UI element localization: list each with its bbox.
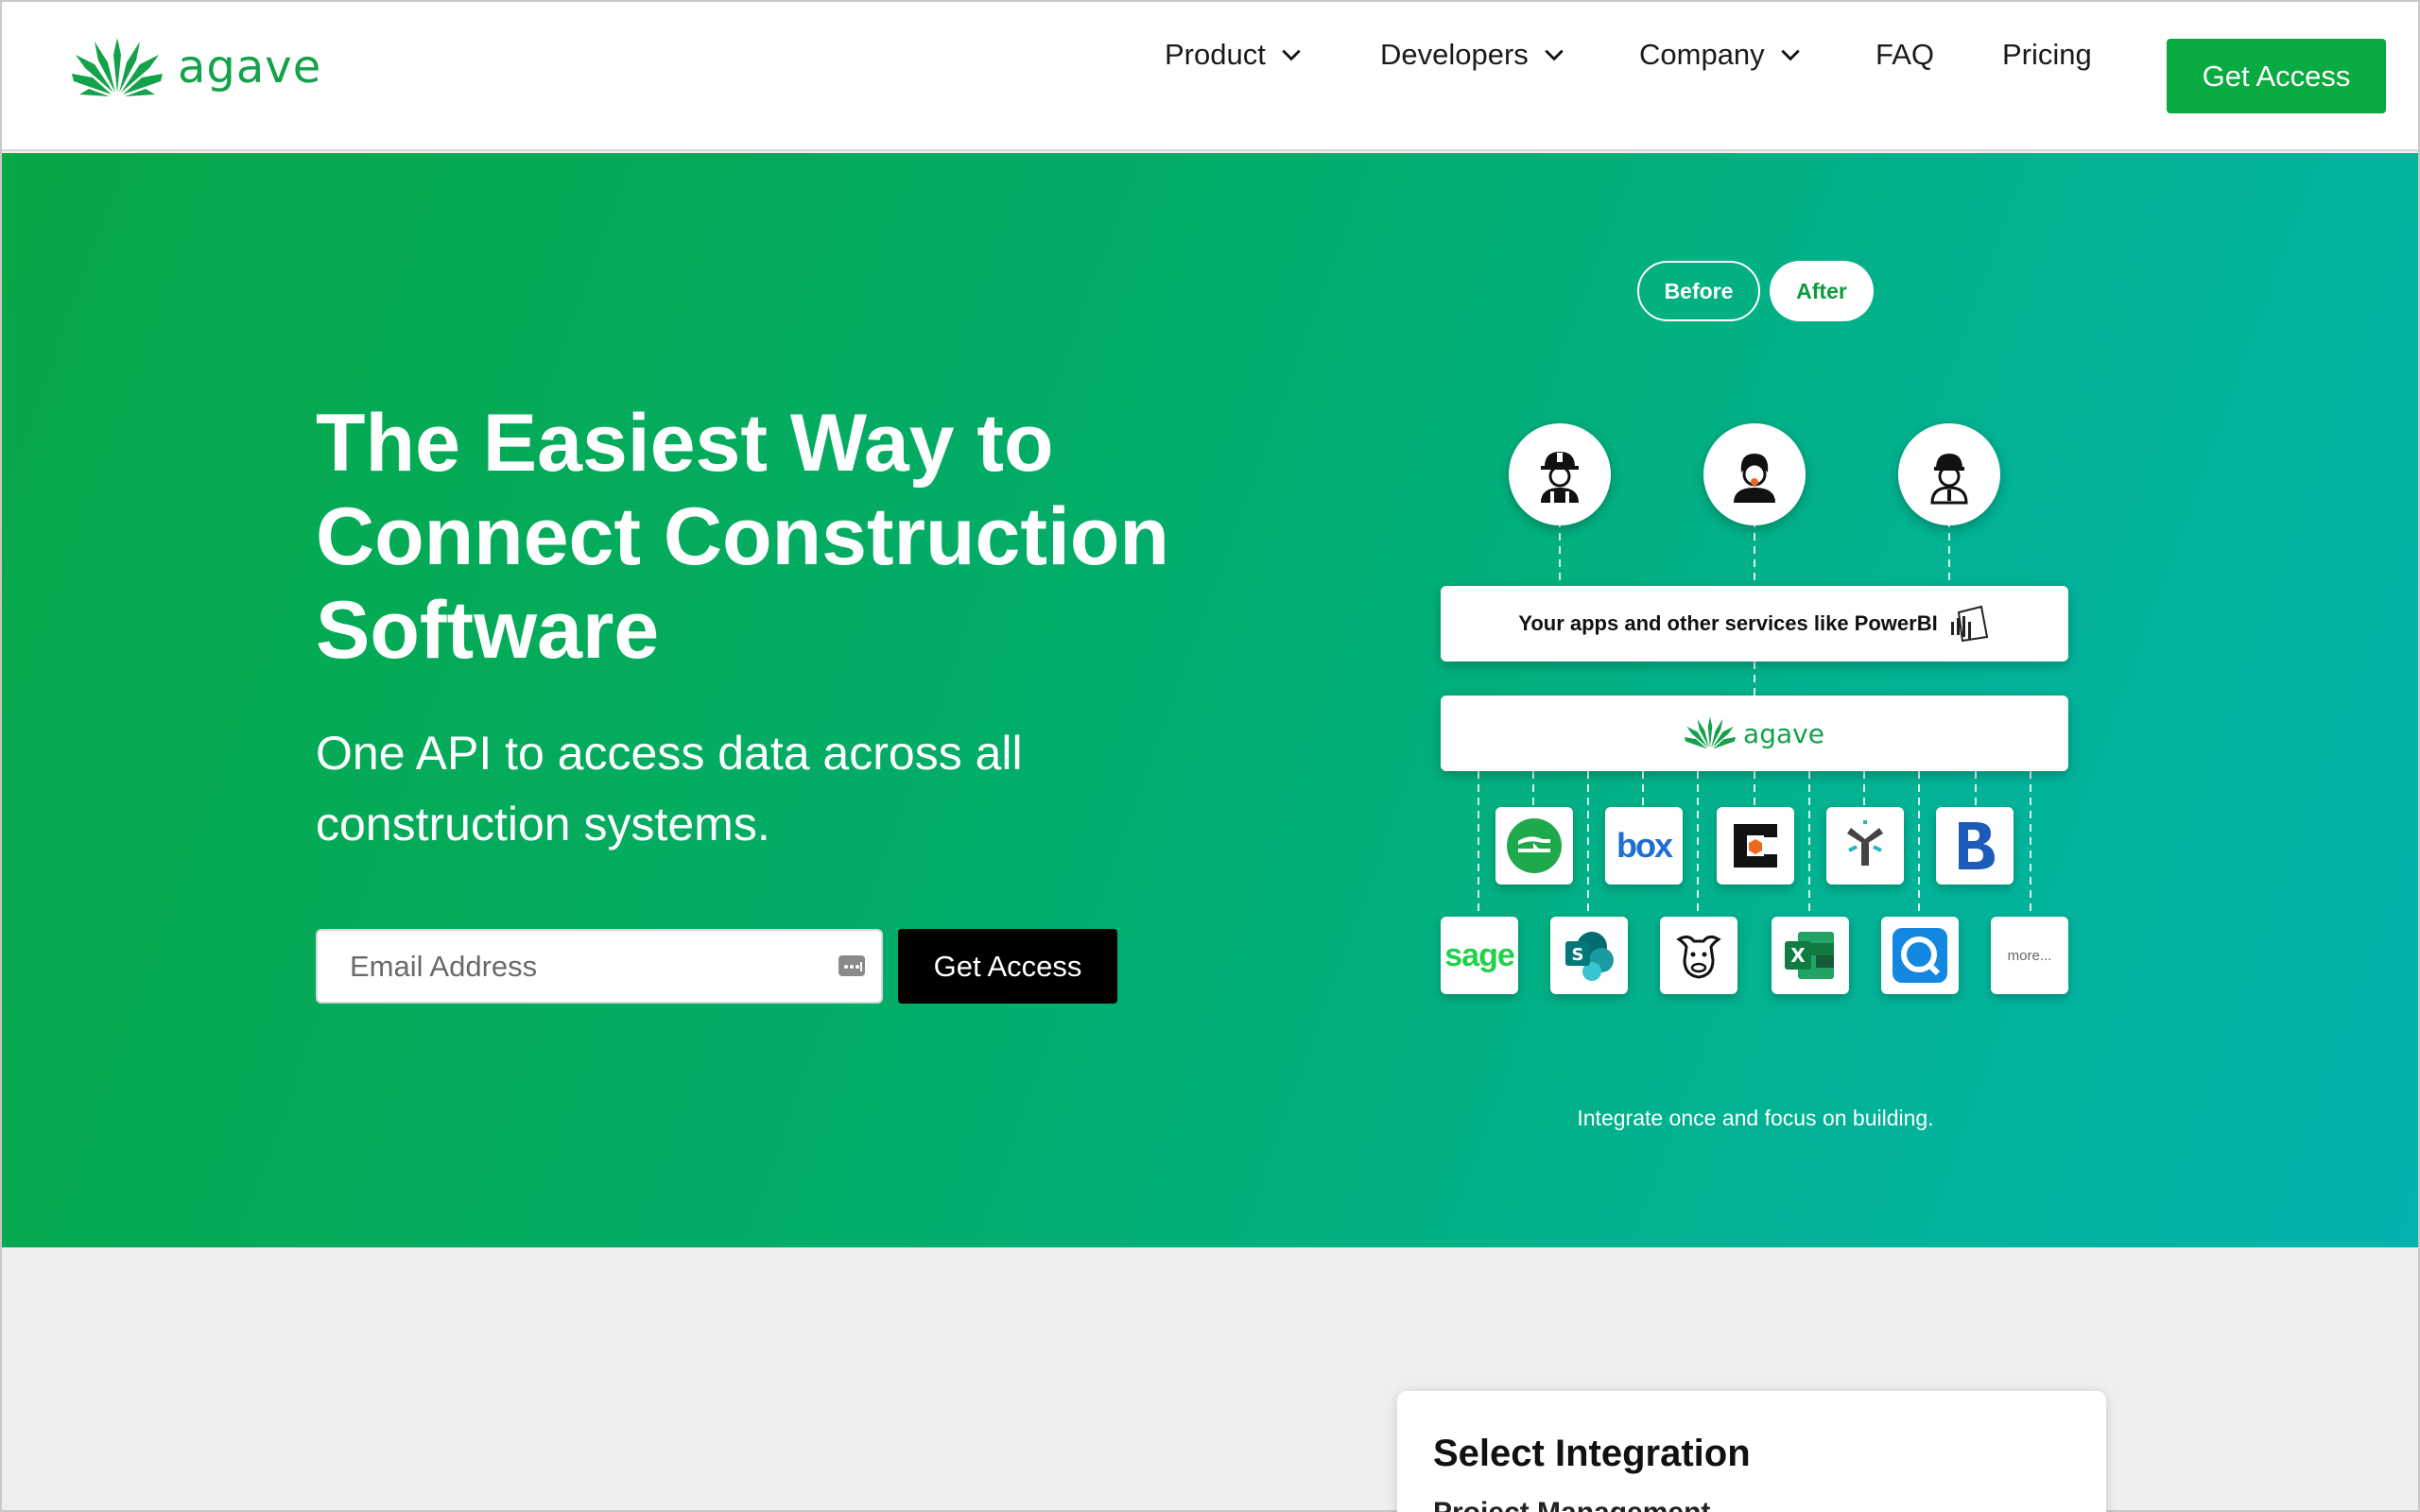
- toggle-before-button[interactable]: Before: [1637, 261, 1760, 321]
- box-logo-text: box: [1616, 826, 1673, 865]
- nav-item-label: Developers: [1380, 38, 1529, 71]
- svg-text:X: X: [1790, 944, 1806, 967]
- more-integrations-label: more...: [2007, 947, 2052, 964]
- q-logo-icon: [1893, 928, 1947, 983]
- nav-item-company[interactable]: Company: [1639, 38, 1803, 72]
- hero-diagram-caption: Integrate once and focus on building.: [1577, 1106, 1934, 1130]
- chevron-down-icon: [1282, 49, 1301, 61]
- integration-tile-procore[interactable]: [1495, 807, 1573, 885]
- integration-tile-c[interactable]: [1717, 807, 1794, 885]
- integration-tile-q[interactable]: [1881, 917, 1959, 994]
- c-logo-icon: [1734, 824, 1777, 868]
- logo-text: agave: [178, 41, 322, 94]
- nav-item-label: Product: [1165, 38, 1266, 71]
- agave-hub-label: agave: [1743, 717, 1824, 749]
- construction-worker-icon: [1541, 452, 1579, 503]
- y-logo-icon: [1847, 820, 1883, 866]
- nav-item-label: Pricing: [2002, 38, 2092, 71]
- integration-tile-more[interactable]: more...: [1991, 917, 2068, 994]
- top-navbar: agave Product Developers Company FAQ Pri…: [2, 2, 2418, 151]
- hero-subtitle: One API to access data across all constr…: [316, 727, 1023, 850]
- email-field-wrapper: [316, 929, 883, 1004]
- your-apps-box: Your apps and other services like PowerB…: [1441, 586, 2068, 662]
- nav-item-label: Company: [1639, 38, 1765, 71]
- select-integration-title: Select Integration: [1433, 1433, 1751, 1474]
- integration-tile-box[interactable]: box: [1605, 807, 1683, 885]
- excel-icon: X: [1785, 932, 1834, 979]
- select-integration-subtitle: Project Management: [1433, 1497, 1710, 1512]
- hero-get-access-button[interactable]: Get Access: [898, 929, 1117, 1004]
- select-integration-card: Select Integration Project Management: [1397, 1391, 2106, 1512]
- nav-item-label: FAQ: [1876, 38, 1935, 71]
- sharepoint-icon: S: [1565, 932, 1614, 981]
- support-agent-avatar: [1703, 423, 1806, 525]
- engineer-icon: [1930, 454, 1968, 505]
- integration-tile-b[interactable]: [1936, 807, 2014, 885]
- nav-item-product[interactable]: Product: [1165, 38, 1304, 72]
- agave-leaf-icon: [72, 38, 163, 96]
- password-manager-icon[interactable]: [838, 952, 866, 980]
- agave-hub-box: agave: [1441, 696, 2068, 771]
- hero-section: The Easiest Way to Connect Construction …: [2, 153, 2418, 1247]
- toggle-after-button[interactable]: After: [1770, 261, 1874, 321]
- sage-logo-text: sage: [1444, 936, 1514, 973]
- chevron-down-icon: [1545, 49, 1564, 61]
- svg-text:S: S: [1572, 945, 1584, 965]
- agave-leaf-icon: [1685, 716, 1737, 749]
- integration-tile-sharepoint[interactable]: S: [1550, 917, 1628, 994]
- nav-item-developers[interactable]: Developers: [1380, 38, 1566, 72]
- chevron-down-icon: [1781, 49, 1800, 61]
- your-apps-label: Your apps and other services like PowerB…: [1518, 611, 1938, 635]
- construction-worker-avatar: [1509, 423, 1611, 525]
- email-field[interactable]: [318, 931, 881, 1002]
- nav-item-pricing[interactable]: Pricing: [2002, 38, 2092, 72]
- integration-tile-excel[interactable]: X: [1772, 917, 1849, 994]
- engineer-avatar: [1898, 423, 2000, 525]
- integration-tile-y[interactable]: [1826, 807, 1904, 885]
- procore-icon: [1507, 818, 1562, 873]
- bull-logo-icon: [1676, 935, 1721, 979]
- integration-tile-bull[interactable]: [1660, 917, 1737, 994]
- agave-logo[interactable]: agave: [72, 36, 321, 98]
- nav-item-faq[interactable]: FAQ: [1876, 38, 1934, 72]
- powerbi-icon: [1950, 605, 1988, 643]
- nav-get-access-button[interactable]: Get Access: [2167, 39, 2386, 113]
- integration-tile-sage[interactable]: sage: [1441, 917, 1518, 994]
- support-agent-icon: [1734, 454, 1775, 503]
- hero-title: The Easiest Way to Connect Construction …: [316, 398, 1169, 676]
- b-logo-icon: [1959, 822, 1995, 869]
